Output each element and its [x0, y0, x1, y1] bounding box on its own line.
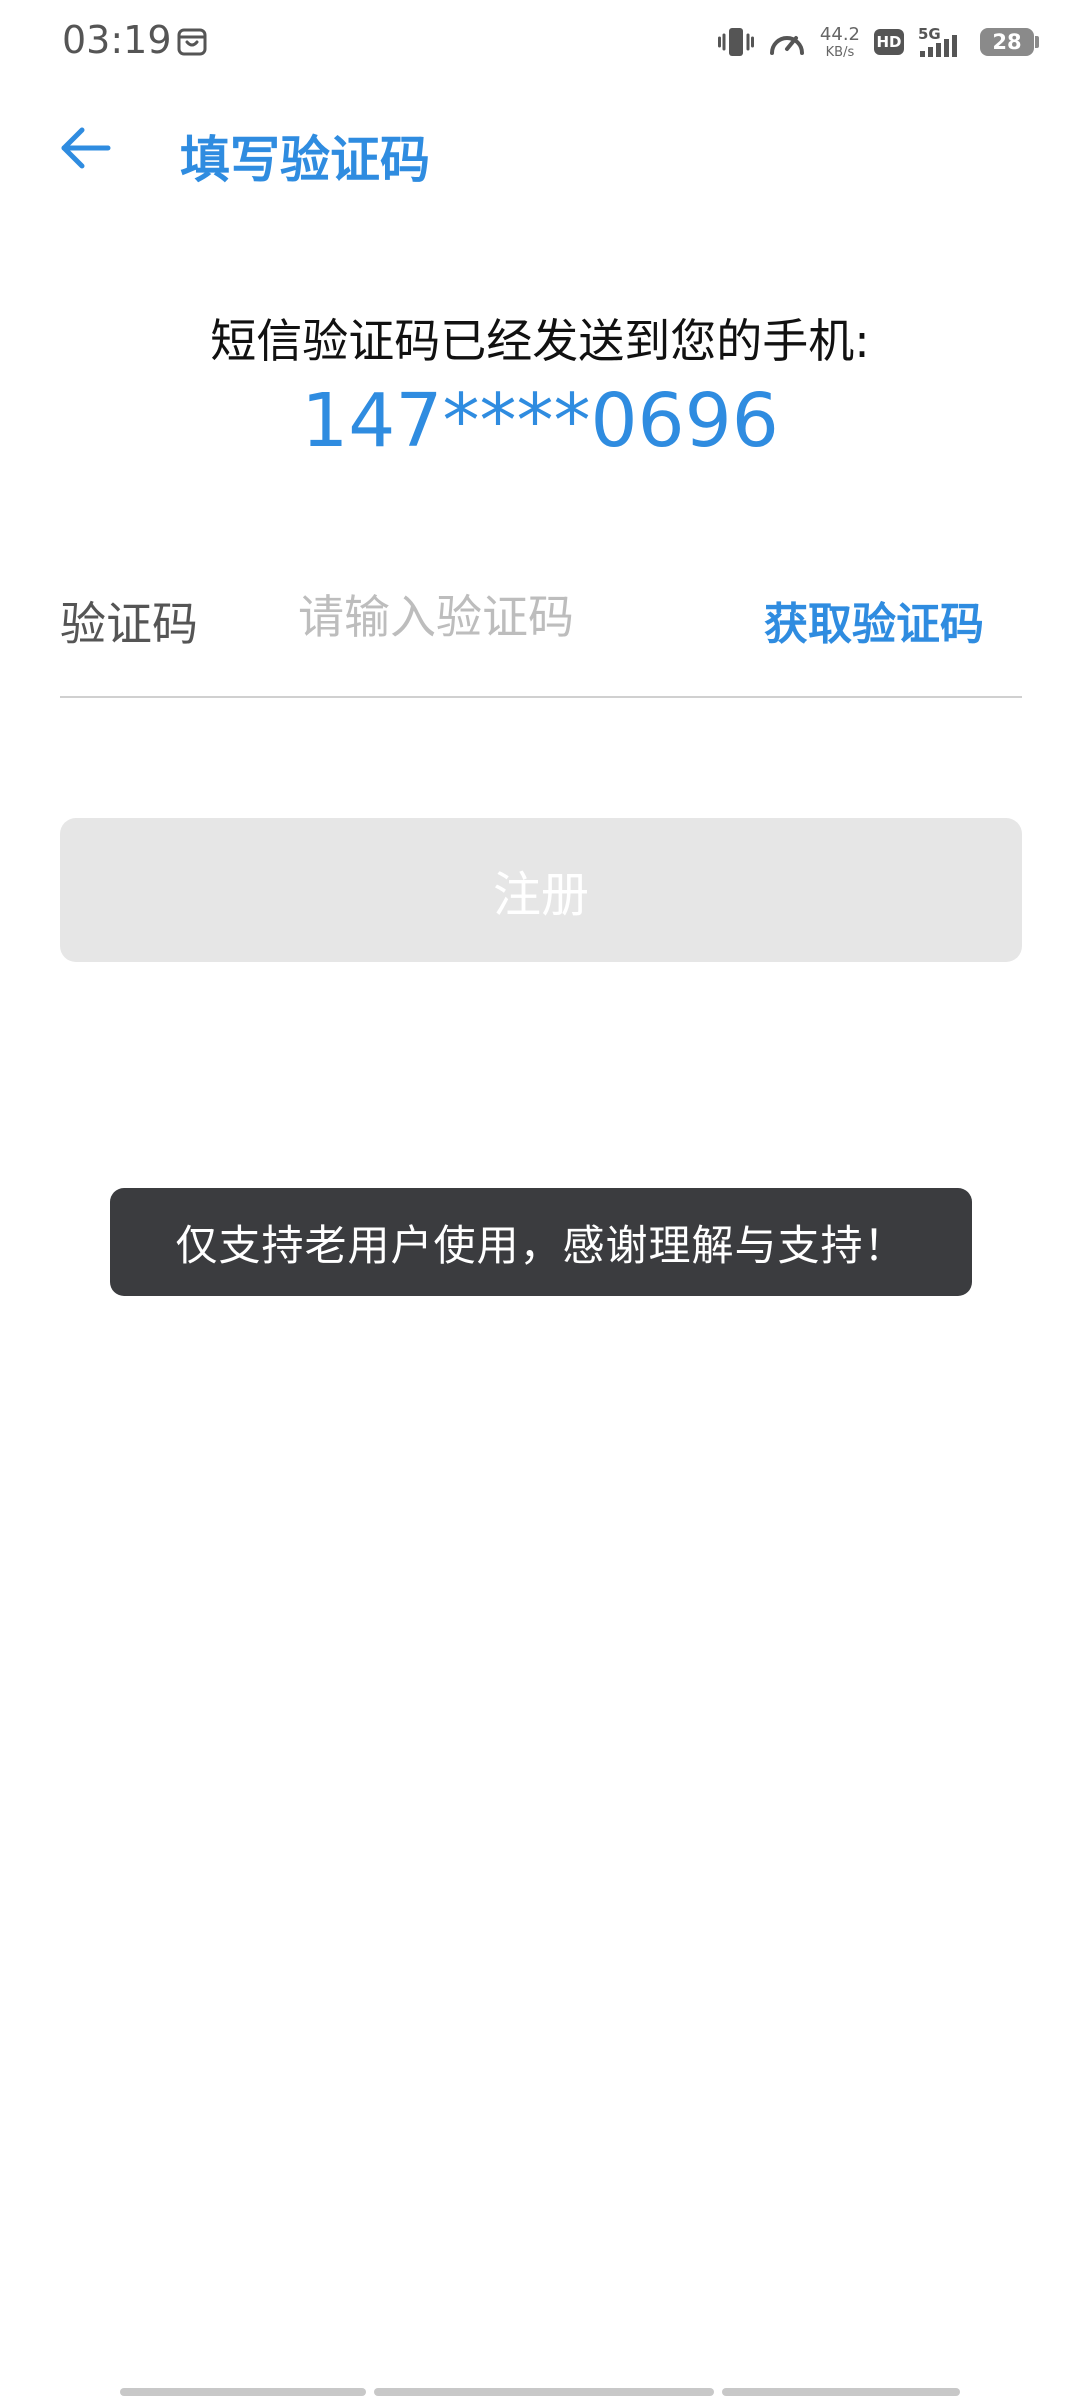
gesture-segment	[120, 2388, 366, 2396]
hd-voice-badge: HD	[874, 29, 904, 55]
status-icons: 44.2 KB/s HD 5G 28	[717, 22, 1039, 62]
verification-code-label: 验证码	[60, 597, 198, 651]
screen: 03:19 44.2 KB/s HD 5G 28 填写验证码 短信验证码已经发送…	[0, 0, 1080, 2400]
signal-icon	[920, 35, 957, 57]
network-speed: 44.2 KB/s	[819, 23, 860, 60]
status-bar: 03:19 44.2 KB/s HD 5G 28	[0, 0, 1080, 84]
gesture-navigation-bar[interactable]	[120, 2388, 960, 2396]
vibrate-icon	[717, 28, 754, 56]
status-time: 03:19	[62, 18, 172, 62]
verification-code-input[interactable]	[298, 584, 738, 650]
register-button[interactable]: 注册	[60, 818, 1022, 962]
back-button[interactable]	[56, 118, 116, 178]
speedometer-icon	[769, 36, 804, 55]
page-title: 填写验证码	[180, 131, 430, 189]
sms-sent-notice: 短信验证码已经发送到您的手机:	[210, 314, 870, 368]
shopping-bag-icon	[177, 28, 207, 56]
toast-message: 仅支持老用户使用，感谢理解与支持！	[110, 1188, 972, 1296]
battery-indicator: 28	[980, 28, 1039, 56]
verification-code-row: 验证码 获取验证码	[60, 570, 1022, 698]
signal-strength: 5G	[918, 25, 966, 59]
network-speed-value: 44.2	[819, 23, 860, 45]
network-speed-unit: KB/s	[825, 44, 855, 60]
gesture-segment	[374, 2388, 714, 2396]
masked-phone-number: 147****0696	[301, 378, 779, 464]
back-arrow-icon	[61, 127, 111, 169]
get-code-button[interactable]: 获取验证码	[764, 588, 984, 652]
gesture-segment	[722, 2388, 960, 2396]
